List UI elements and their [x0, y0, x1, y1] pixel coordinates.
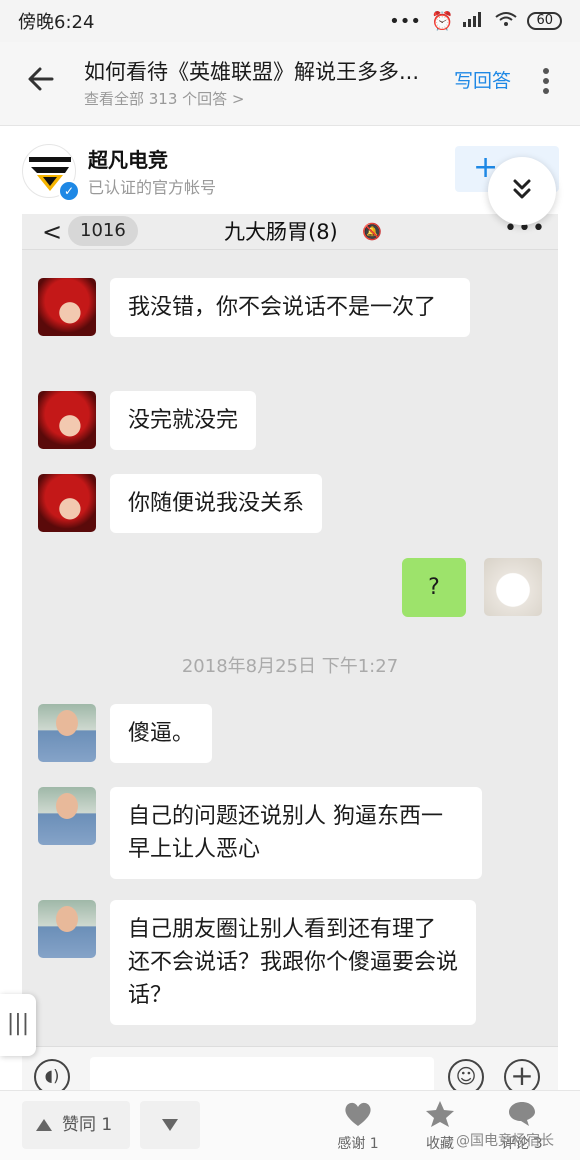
question-header: 如何看待《英雄联盟》解说王多多... 查看全部 313 个回答 > 写回答	[0, 42, 580, 126]
signal-icon	[463, 11, 485, 32]
arrow-left-icon	[28, 67, 54, 91]
upvote-button[interactable]: 赞同 1	[22, 1101, 130, 1149]
voice-icon: ◖)	[34, 1059, 70, 1094]
chat-message: 自己的问题还说别人 狗逼东西一早上让人恶心	[110, 787, 482, 879]
back-button[interactable]	[26, 64, 56, 94]
write-answer-button[interactable]: 写回答	[454, 66, 511, 93]
wifi-icon	[495, 11, 518, 32]
thanks-label: 感谢 1	[337, 1136, 379, 1152]
triangle-down-icon	[162, 1119, 178, 1131]
avatar	[38, 787, 96, 845]
side-drawer-handle-icon[interactable]: |||	[0, 994, 36, 1056]
chat-input-bar: ◖) ☺ +	[22, 1046, 558, 1094]
mute-bell-icon: 🔕	[362, 222, 382, 241]
watermark: @国电竞杨宿长	[456, 1133, 554, 1149]
avatar	[38, 278, 96, 336]
triangle-up-icon	[36, 1119, 52, 1131]
author-name[interactable]: 超凡电竞	[88, 144, 168, 173]
chat-header: < 1016 九大肠胃(8) 🔕 •••	[22, 214, 558, 250]
chevron-left-icon: <	[42, 218, 63, 246]
avatar	[38, 474, 96, 532]
status-time: 傍晚6:24	[18, 12, 95, 33]
more-dots-icon: •••	[389, 10, 422, 32]
chat-message: 自己朋友圈让别人看到还有理了 还不会说话？我跟你个傻逼要会说话？	[110, 900, 476, 1025]
chat-message: 没完就没完	[110, 391, 257, 450]
chat-message: 你随便说我没关系	[110, 474, 323, 533]
avatar	[38, 900, 96, 958]
avatar	[484, 558, 542, 616]
more-options-icon[interactable]	[538, 68, 554, 98]
collapse-icon[interactable]	[488, 157, 556, 225]
thanks-button[interactable]: 感谢 1	[318, 1099, 398, 1153]
author-description: 已认证的官方帐号	[88, 178, 217, 197]
comment-bubble-icon	[509, 1102, 535, 1126]
emoji-icon: ☺	[448, 1059, 484, 1094]
unread-count-badge: 1016	[68, 216, 138, 246]
chat-timestamp: 2018年8月25日 下午1:27	[181, 656, 399, 677]
status-bar: 傍晚6:24 ••• ⏰ 60	[0, 0, 580, 42]
question-title[interactable]: 如何看待《英雄联盟》解说王多多...	[84, 56, 444, 86]
chat-message: 我没错，你不会说话不是一次了	[110, 278, 470, 337]
alarm-icon: ⏰	[431, 10, 454, 32]
plus-icon: +	[504, 1059, 540, 1094]
chat-input-box	[90, 1057, 434, 1094]
battery-icon: 60	[527, 12, 562, 30]
downvote-button[interactable]	[140, 1101, 200, 1149]
upvote-label: 赞同 1	[62, 1115, 113, 1135]
status-icons: ••• ⏰ 60	[389, 11, 562, 32]
avatar	[38, 704, 96, 762]
chat-screenshot: < 1016 九大肠胃(8) 🔕 ••• 我没错，你不会说话不是一次了 没完就没…	[22, 214, 558, 1094]
chat-message: 傻逼。	[110, 704, 213, 763]
heart-icon	[345, 1102, 371, 1126]
collect-label: 收藏	[426, 1136, 454, 1152]
view-all-answers-link[interactable]: 查看全部 313 个回答 >	[84, 88, 245, 109]
chat-message: ?	[402, 558, 466, 617]
star-icon	[426, 1101, 454, 1127]
verified-badge-icon: ✓	[58, 180, 80, 202]
chat-title: 九大肠胃(8)	[224, 220, 338, 244]
avatar	[38, 391, 96, 449]
